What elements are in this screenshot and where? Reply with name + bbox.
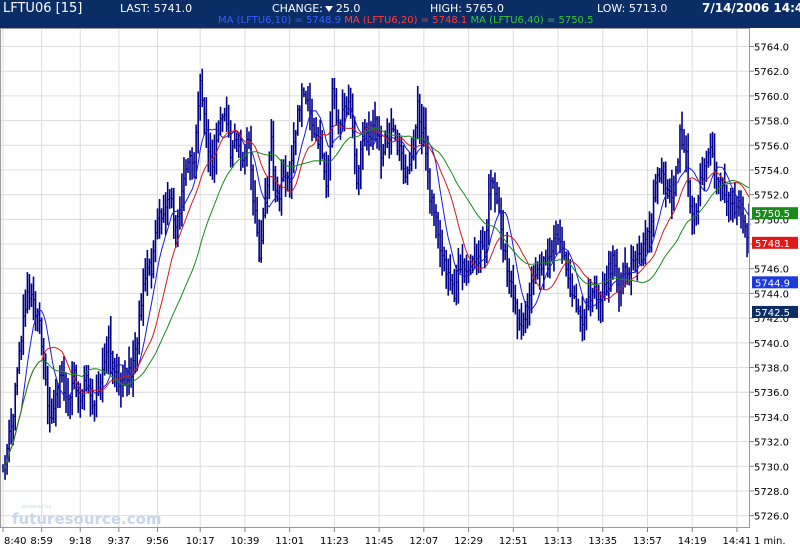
ma10-legend: MA (LFTU6,10) = 5748.9	[218, 15, 342, 26]
ma40-legend: MA (LFTU6,40) = 5750.5	[470, 15, 594, 26]
x-tick-label: 10:17	[186, 536, 215, 547]
price-chart: 5726.0 5728.0 5730.0 5732.0 5734.0 5736.0 5738…	[0, 28, 800, 550]
price-label-text: 5748.1	[755, 239, 790, 250]
high-label: HIGH:	[430, 2, 463, 15]
datetime-label: 7/14/2006 14:47	[702, 1, 800, 15]
x-tick-label: 13:13	[544, 536, 573, 547]
last-price: LAST: 5741.0	[120, 2, 192, 15]
y-tick-label: 5760.0	[754, 92, 789, 103]
x-tick-label: 11:01	[275, 536, 304, 547]
x-tick-label: 13:57	[633, 536, 662, 547]
y-tick-label: 5734.0	[754, 413, 789, 424]
x-tick-label: 10:39	[231, 536, 260, 547]
low-field: LOW: 5713.0	[597, 2, 667, 15]
last-label: LAST:	[120, 2, 151, 15]
x-tick-label: 13:35	[588, 536, 617, 547]
y-tick-label: 5730.0	[754, 462, 789, 473]
x-tick-label: 8:40	[4, 536, 26, 547]
y-tick-label: 5758.0	[754, 117, 789, 128]
high-value: 5765.0	[465, 2, 505, 15]
ma-legend: MA (LFTU6,10) = 5748.9 MA (LFTU6,20) = 5…	[218, 15, 593, 26]
watermark: futuresource.com	[12, 510, 162, 528]
y-tick-label: 5746.0	[754, 265, 789, 276]
change-value: 25.0	[335, 2, 361, 15]
y-tick-label: 5762.0	[754, 67, 789, 78]
down-triangle-icon	[324, 5, 333, 12]
x-tick-label: 11:45	[365, 536, 394, 547]
x-tick-label: 12:51	[499, 536, 528, 547]
y-tick-label: 5728.0	[754, 487, 789, 498]
y-tick-label: 5744.0	[754, 289, 789, 300]
x-tick-label: 12:07	[409, 536, 438, 547]
y-tick-label: 5726.0	[754, 512, 789, 523]
x-tick-label: 9:56	[146, 536, 168, 547]
high-field: HIGH: 5765.0	[430, 2, 504, 15]
x-tick-label: 11:23	[320, 536, 349, 547]
x-tick-label: 9:18	[69, 536, 91, 547]
change-field: CHANGE: 25.0	[272, 2, 360, 15]
y-tick-label: 5732.0	[754, 438, 789, 449]
quote-header: LFTU06 [15] LAST: 5741.0 CHANGE: 25.0 HIG…	[0, 0, 800, 28]
y-tick-label: 5752.0	[754, 191, 789, 202]
x-tick-label: 14:19	[678, 536, 707, 547]
price-label-text: 5742.5	[755, 308, 790, 319]
price-label-text: 5750.5	[755, 209, 790, 220]
symbol-label: LFTU06 [15]	[3, 1, 83, 16]
x-tick-label: 14:41	[722, 536, 751, 547]
low-label: LOW:	[597, 2, 626, 15]
x-tick-label: 8:59	[30, 536, 52, 547]
x-tick-label: 9:37	[108, 536, 130, 547]
last-value: 5741.0	[153, 2, 193, 15]
interval-label: 1 min.	[754, 536, 786, 547]
price-label-text: 5744.9	[755, 278, 790, 289]
x-tick-label: 12:29	[454, 536, 483, 547]
y-tick-label: 5736.0	[754, 388, 789, 399]
change-label: CHANGE:	[272, 2, 323, 15]
y-tick-label: 5738.0	[754, 364, 789, 375]
y-tick-label: 5754.0	[754, 166, 789, 177]
low-value: 5713.0	[628, 2, 668, 15]
y-tick-label: 5756.0	[754, 141, 789, 152]
ma20-legend: MA (LFTU6,20) = 5748.1	[344, 15, 468, 26]
y-tick-label: 5740.0	[754, 339, 789, 350]
y-tick-label: 5764.0	[754, 43, 789, 54]
